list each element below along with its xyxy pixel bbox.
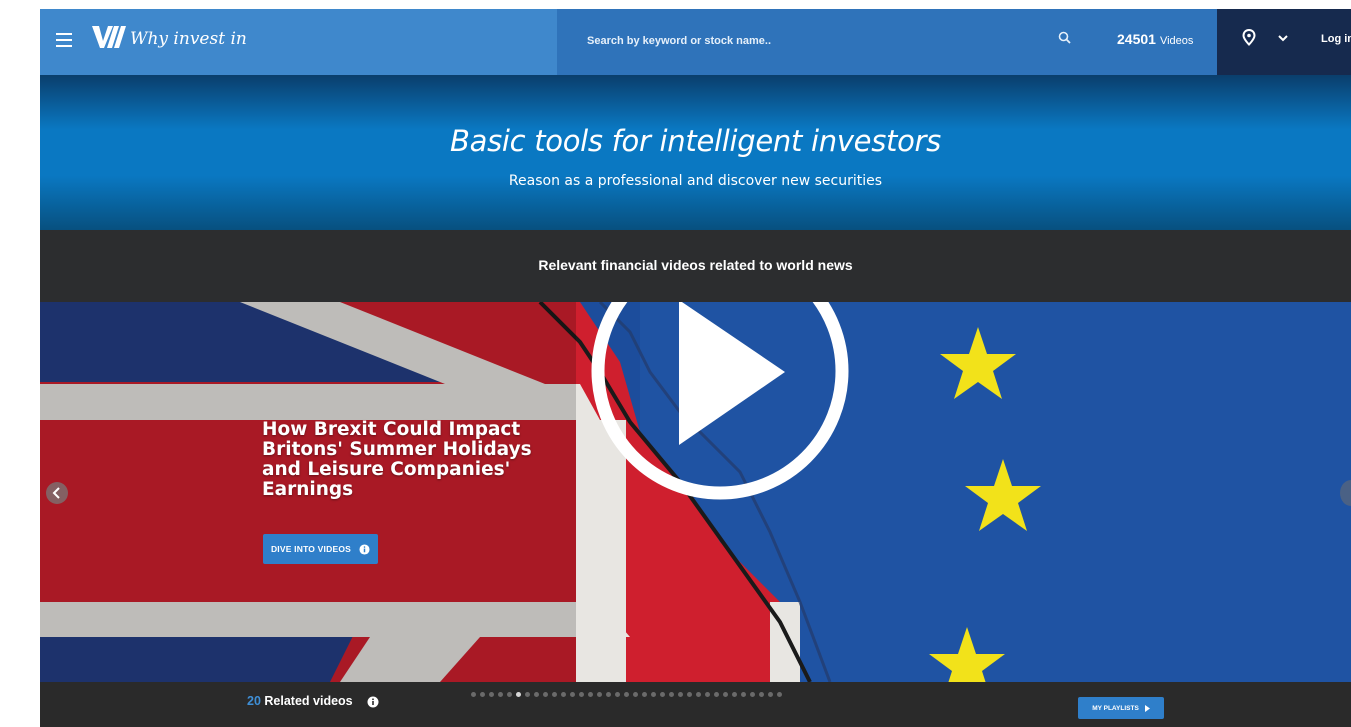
carousel-dots [471,692,782,697]
carousel-dot[interactable] [570,692,575,697]
carousel-dot[interactable] [714,692,719,697]
carousel-dot[interactable] [480,692,485,697]
play-icon[interactable] [589,302,851,502]
carousel-dot[interactable] [750,692,755,697]
related-videos-count: 20 [247,694,261,708]
carousel-dot[interactable] [705,692,710,697]
carousel-dot[interactable] [498,692,503,697]
carousel-dot[interactable] [633,692,638,697]
location-pin-icon[interactable] [1242,29,1256,46]
hamburger-menu-icon[interactable] [56,33,72,47]
search-input[interactable] [587,29,1027,53]
carousel-dot[interactable] [678,692,683,697]
info-icon[interactable] [367,696,379,708]
carousel-dot[interactable] [525,692,530,697]
carousel-dot[interactable] [660,692,665,697]
login-link[interactable]: Log in [1321,33,1351,45]
carousel-dot[interactable] [651,692,656,697]
carousel-dot[interactable] [696,692,701,697]
slide-heading[interactable]: How Brexit Could Impact Britons' Summer … [262,420,562,500]
my-playlists-label: MY PLAYLISTS [1092,704,1139,712]
news-title: Relevant financial videos related to wor… [538,257,853,273]
brand-bar: Why invest in [40,9,557,75]
chevron-down-icon[interactable] [1277,33,1289,43]
caret-right-icon [1144,704,1150,712]
related-videos-link[interactable]: 20 Related videos [247,694,353,708]
carousel-dot[interactable] [687,692,692,697]
carousel-dot[interactable] [606,692,611,697]
user-bar: Log in [1217,9,1351,75]
carousel-dot[interactable] [471,692,476,697]
hero-subtitle: Reason as a professional and discover ne… [508,173,883,189]
carousel-dot[interactable] [669,692,674,697]
carousel-dot[interactable] [642,692,647,697]
carousel-dot[interactable] [759,692,764,697]
carousel-dot[interactable] [741,692,746,697]
featured-slide[interactable]: How Brexit Could Impact Britons' Summer … [40,302,1351,682]
carousel-dot[interactable] [732,692,737,697]
arrow-left-icon[interactable] [46,482,68,504]
bottom-bar: 20 Related videos MY PLAYLISTS [40,682,1351,727]
video-count-label: Videos [1159,35,1194,47]
hero-banner: Basic tools for intelligent investors Re… [40,75,1351,230]
my-playlists-button[interactable]: MY PLAYLISTS [1078,697,1164,719]
search-icon[interactable] [1058,31,1072,45]
logo-mark-icon[interactable] [90,23,130,51]
carousel-dot[interactable] [624,692,629,697]
page: Why invest in 24501Videos Log in Basi [40,9,1351,727]
carousel-dot[interactable] [588,692,593,697]
logo-text[interactable]: Why invest in [130,29,247,49]
carousel-dot[interactable] [768,692,773,697]
hero-title: Basic tools for intelligent investors [450,124,941,158]
carousel-dot[interactable] [507,692,512,697]
carousel-dot[interactable] [723,692,728,697]
carousel-dot[interactable] [516,692,521,697]
carousel-dot[interactable] [561,692,566,697]
dive-into-videos-label: DIVE INTO VIDEOS [270,544,352,554]
carousel-dot[interactable] [777,692,782,697]
video-count-number: 24501 [1117,31,1156,47]
carousel-dot[interactable] [489,692,494,697]
carousel-dot[interactable] [615,692,620,697]
info-icon [359,543,370,555]
search-bar: 24501Videos [557,9,1217,75]
dive-into-videos-button[interactable]: DIVE INTO VIDEOS [263,534,378,564]
video-count: 24501 Videos [1117,31,1193,47]
carousel-dot[interactable] [552,692,557,697]
carousel-dot[interactable] [597,692,602,697]
related-videos-label: Related videos [264,694,353,708]
carousel-dot[interactable] [543,692,548,697]
news-strip: Relevant financial videos related to wor… [40,230,1351,302]
top-navbar: Why invest in 24501Videos Log in [40,9,1351,75]
carousel-dot[interactable] [534,692,539,697]
carousel-dot[interactable] [579,692,584,697]
